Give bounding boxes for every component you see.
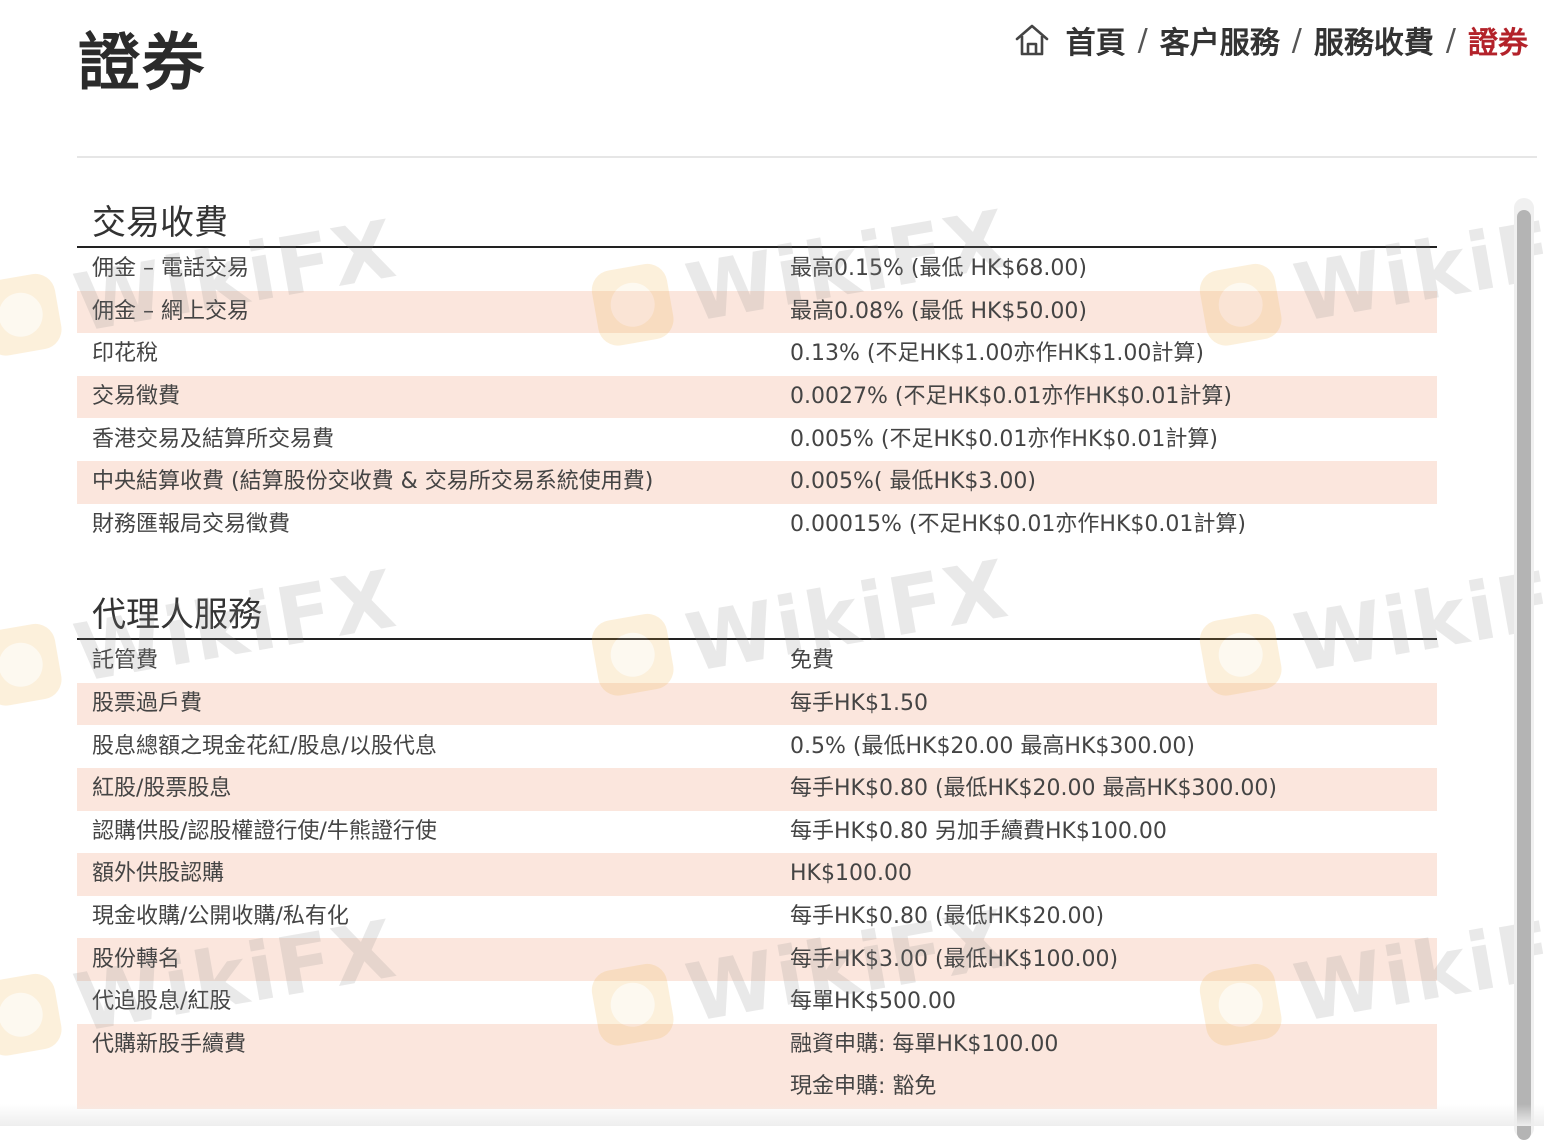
fee-content: 交易收費 佣金 – 電話交易 最高0.15% (最低 HK$68.00) 佣金 … [77,196,1437,1109]
nominee-services-section: 代理人服務 託管費 免費 股票過戶費 每手HK$1.50 股息總額之現金花紅/股… [77,588,1437,1109]
fee-value: 0.005%( 最低HK$3.00) [775,460,1437,504]
trading-fees-section: 交易收費 佣金 – 電話交易 最高0.15% (最低 HK$68.00) 佣金 … [77,196,1437,546]
vertical-scrollbar[interactable] [1514,198,1534,1140]
table-row: 額外供股認購 HK$100.00 [77,853,1437,896]
fee-label: 股息總額之現金花紅/股息/以股代息 [92,733,437,759]
section-title: 代理人服務 [77,588,1437,641]
table-row: 中央結算收費 (結算股份交收費 & 交易所交易系統使用費) 0.005%( 最低… [77,460,1437,504]
table-row: 股份轉名 每手HK$3.00 (最低HK$100.00) [77,938,1437,981]
fee-label: 佣金 – 電話交易 [92,256,249,282]
watermark-logo-icon [0,620,65,709]
table-row: 交易徵費 0.0027% (不足HK$0.01亦作HK$0.01計算) [77,375,1437,419]
header-divider [77,156,1537,158]
fee-value: 0.13% (不足HK$1.00亦作HK$1.00計算) [790,341,1204,367]
page-title: 證券 [78,26,207,99]
fee-value-line: 現金申購: 豁免 [790,1074,937,1099]
table-row: 佣金 – 電話交易 最高0.15% (最低 HK$68.00) [77,248,1437,291]
fee-value: 每手HK$1.50 [775,682,1437,726]
fee-value: 最高0.15% (最低 HK$68.00) [790,256,1087,282]
breadcrumb-separator: / [1137,22,1148,58]
fee-label: 佣金 – 網上交易 [77,290,775,334]
table-row: 代追股息/紅股 每單HK$500.00 [77,981,1437,1024]
fee-value: 融資申購: 每單HK$100.00 現金申購: 豁免 [775,1023,1437,1109]
fee-value: 每單HK$500.00 [790,989,956,1015]
fee-label: 額外供股認購 [77,853,775,896]
fee-value: 0.00015% (不足HK$0.01亦作HK$0.01計算) [790,511,1246,537]
fee-value: 0.005% (不足HK$0.01亦作HK$0.01計算) [790,426,1218,452]
fee-label: 中央結算收費 (結算股份交收費 & 交易所交易系統使用費) [77,460,775,504]
scrollbar-thumb[interactable] [1517,210,1531,1140]
section-title: 交易收費 [77,196,1437,248]
fee-label: 代追股息/紅股 [92,989,232,1015]
fee-label: 股票過戶費 [77,682,775,726]
nominee-services-table: 託管費 免費 股票過戶費 每手HK$1.50 股息總額之現金花紅/股息/以股代息… [77,640,1437,1109]
table-row: 代購新股手續費 融資申購: 每單HK$100.00 現金申購: 豁免 [77,1023,1437,1109]
fee-value-line: 融資申購: 每單HK$100.00 [790,1031,1059,1057]
fee-value: HK$100.00 [775,853,1437,896]
fee-label: 認購供股/認股權證行使/牛熊證行使 [92,818,437,844]
fee-value: 每手HK$0.80 (最低HK$20.00 最高HK$300.00) [775,767,1437,811]
table-row: 佣金 – 網上交易 最高0.08% (最低 HK$50.00) [77,290,1437,334]
fee-value: 最高0.08% (最低 HK$50.00) [775,290,1437,334]
watermark-logo-icon [0,970,65,1059]
breadcrumb-home[interactable]: 首頁 [1066,18,1126,62]
table-row: 現金收購/公開收購/私有化 每手HK$0.80 (最低HK$20.00) [77,896,1437,939]
fee-label: 紅股/股票股息 [77,767,775,811]
table-row: 印花稅 0.13% (不足HK$1.00亦作HK$1.00計算) [77,333,1437,376]
home-icon[interactable] [1014,22,1050,58]
watermark-logo-icon [0,270,65,359]
breadcrumb-separator: / [1291,22,1302,58]
fee-label: 印花稅 [92,341,159,367]
fee-label: 託管費 [92,648,159,674]
breadcrumb-customer-service[interactable]: 客户服務 [1160,18,1280,62]
fee-value: 每手HK$0.80 (最低HK$20.00) [790,904,1105,930]
fee-value: 每手HK$3.00 (最低HK$100.00) [775,938,1437,981]
table-row: 紅股/股票股息 每手HK$0.80 (最低HK$20.00 最高HK$300.0… [77,767,1437,811]
breadcrumb: 首頁 / 客户服務 / 服務收費 / 證券 [1014,18,1528,62]
table-row: 股息總額之現金花紅/股息/以股代息 0.5% (最低HK$20.00 最高HK$… [77,725,1437,768]
table-row: 股票過戶費 每手HK$1.50 [77,682,1437,726]
fee-value: 0.0027% (不足HK$0.01亦作HK$0.01計算) [775,375,1437,419]
fee-label: 代購新股手續費 [77,1023,775,1109]
bottom-fade [0,1104,1544,1126]
trading-fees-table: 佣金 – 電話交易 最高0.15% (最低 HK$68.00) 佣金 – 網上交… [77,248,1437,546]
breadcrumb-separator: / [1445,22,1456,58]
table-row: 香港交易及結算所交易費 0.005% (不足HK$0.01亦作HK$0.01計算… [77,418,1437,461]
fee-value: 免費 [790,648,835,674]
breadcrumb-service-fees[interactable]: 服務收費 [1314,18,1434,62]
fee-label: 財務匯報局交易徵費 [92,511,291,537]
fee-label: 香港交易及結算所交易費 [92,426,335,452]
fee-value: 每手HK$0.80 另加手續費HK$100.00 [790,818,1167,844]
table-row: 託管費 免費 [77,640,1437,683]
fee-label: 股份轉名 [77,938,775,981]
fee-label: 現金收購/公開收購/私有化 [92,904,349,930]
breadcrumb-current: 證券 [1468,26,1528,61]
table-row: 認購供股/認股權證行使/牛熊證行使 每手HK$0.80 另加手續費HK$100.… [77,811,1437,854]
table-row: 財務匯報局交易徵費 0.00015% (不足HK$0.01亦作HK$0.01計算… [77,504,1437,547]
fee-label: 交易徵費 [77,375,775,419]
fee-value: 0.5% (最低HK$20.00 最高HK$300.00) [790,733,1195,759]
